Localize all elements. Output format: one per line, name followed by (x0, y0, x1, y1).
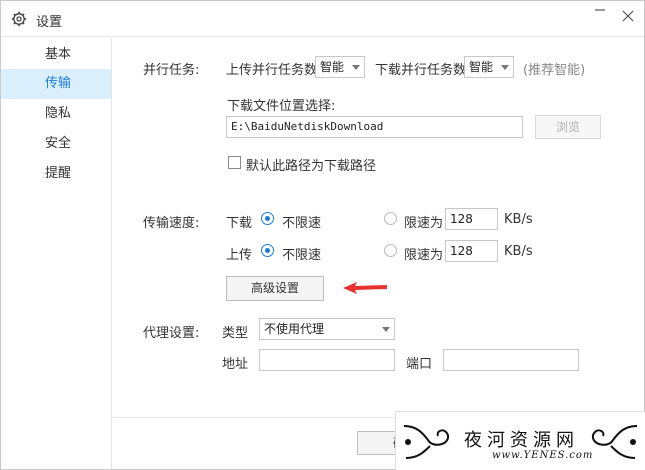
download-speed-unit: KB/s (504, 212, 533, 227)
download-path-label: 下载文件位置选择: (227, 99, 336, 114)
download-parallel-value: 智能 (469, 60, 494, 74)
download-unlimited-radio[interactable] (261, 212, 274, 225)
download-unlimited-label: 不限速 (282, 216, 322, 231)
proxy-address-input[interactable] (259, 349, 395, 371)
proxy-port-input[interactable] (443, 349, 579, 371)
download-speed-label: 下载 (226, 216, 253, 231)
parallel-tasks-label: 并行任务: (143, 63, 200, 78)
download-parallel-label: 下载并行任务数 (375, 63, 467, 78)
default-path-checkbox[interactable] (228, 156, 241, 169)
upload-unlimited-radio[interactable] (261, 244, 274, 257)
download-limit-radio[interactable] (384, 212, 397, 225)
window-title: 设置 (36, 15, 63, 30)
sidebar-item-transfer[interactable]: 传输 (1, 69, 111, 99)
download-limit-label: 限速为 (404, 216, 444, 231)
sidebar-item-basic[interactable]: 基本 (1, 40, 111, 70)
watermark-text: 夜河资源网 (464, 430, 579, 451)
ornament-left-icon (403, 425, 450, 459)
download-parallel-select[interactable]: 智能 (464, 56, 514, 78)
settings-window: 设置 基本 传输 隐私 安全 提醒 并行任务: 上传并行任务数 智能 下载并行任… (0, 0, 645, 470)
proxy-port-label: 端口 (406, 357, 433, 372)
gear-icon (11, 11, 27, 27)
upload-limit-label: 限速为 (404, 248, 444, 263)
browse-button[interactable]: 浏览 (535, 115, 601, 139)
download-limit-input[interactable]: 128 (445, 208, 498, 230)
sidebar: 基本 传输 隐私 安全 提醒 (1, 38, 112, 469)
upload-parallel-select[interactable]: 智能 (315, 56, 365, 78)
red-arrow-annotation (343, 282, 387, 294)
close-icon[interactable] (620, 9, 636, 25)
proxy-type-select[interactable]: 不使用代理 (259, 318, 395, 340)
proxy-type-label: 类型 (222, 326, 249, 341)
watermark-url: www.YENES.com (492, 450, 594, 461)
sidebar-item-privacy[interactable]: 隐私 (1, 99, 111, 129)
proxy-address-label: 地址 (222, 357, 249, 372)
upload-limit-input[interactable]: 128 (445, 240, 498, 262)
proxy-type-value: 不使用代理 (264, 322, 325, 336)
proxy-settings-label: 代理设置: (143, 326, 200, 341)
sidebar-item-reminder[interactable]: 提醒 (1, 159, 111, 189)
upload-speed-unit: KB/s (504, 244, 533, 259)
default-path-checkbox-label: 默认此路径为下载路径 (246, 159, 377, 174)
upload-limit-radio[interactable] (384, 244, 397, 257)
ornament-right-icon (591, 425, 638, 459)
upload-unlimited-label: 不限速 (282, 248, 322, 263)
watermark: 夜河资源网 www.YENES.com (395, 411, 645, 470)
sidebar-item-security[interactable]: 安全 (1, 129, 111, 159)
chevron-down-icon (382, 327, 390, 332)
parallel-hint: (推荐智能) (523, 63, 586, 78)
upload-parallel-value: 智能 (320, 60, 345, 74)
upload-parallel-label: 上传并行任务数 (226, 63, 318, 78)
download-path-input[interactable]: E:\BaiduNetdiskDownload (226, 116, 523, 138)
upload-speed-label: 上传 (226, 248, 253, 263)
transfer-speed-label: 传输速度: (143, 216, 200, 231)
advanced-settings-button[interactable]: 高级设置 (226, 276, 324, 301)
chevron-down-icon (352, 65, 360, 70)
title-bar: 设置 (1, 1, 644, 37)
chevron-down-icon (501, 65, 509, 70)
minimize-icon[interactable] (592, 4, 608, 20)
